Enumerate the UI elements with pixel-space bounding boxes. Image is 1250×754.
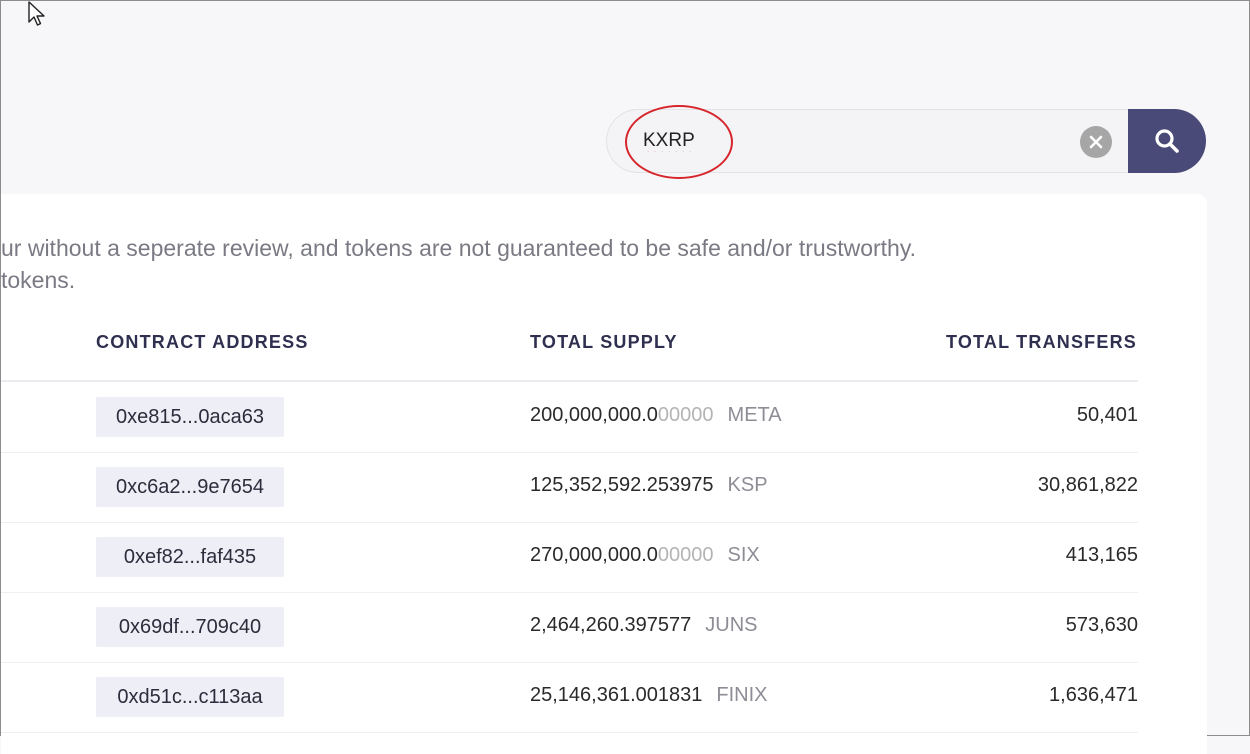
search-field bbox=[606, 105, 1128, 179]
mouse-pointer-icon bbox=[27, 1, 51, 31]
clear-x-icon bbox=[1089, 135, 1103, 149]
total-supply: 200,000,000.000000 META bbox=[530, 404, 782, 427]
contract-address-chip[interactable]: 0xef82...faf435 bbox=[96, 537, 284, 577]
total-supply: 270,000,000.000000 SIX bbox=[530, 544, 760, 567]
disclaimer-line-1: ur without a seperate review, and tokens… bbox=[1, 235, 917, 261]
search-bar bbox=[606, 105, 1206, 179]
token-symbol: META bbox=[727, 404, 782, 426]
supply-value: 25,146,361.001831 bbox=[530, 684, 703, 706]
total-transfers: 50,401 bbox=[1076, 404, 1138, 426]
token-symbol: KSP bbox=[727, 474, 768, 496]
disclaimer-notice: ur without a seperate review, and tokens… bbox=[1, 232, 916, 296]
table-row[interactable]: 0x69df...709c40 2,464,260.397577 JUNS 573… bbox=[1, 592, 1138, 663]
header-total-transfers[interactable]: TOTAL TRANSFERS bbox=[946, 332, 1137, 353]
contract-address-chip[interactable]: 0xd51c...c113aa bbox=[96, 677, 284, 717]
contract-address-chip[interactable]: 0xe815...0aca63 bbox=[96, 397, 284, 437]
total-supply: 25,146,361.001831 FINIX bbox=[530, 684, 768, 707]
token-symbol: SIX bbox=[727, 544, 760, 566]
contract-address-chip[interactable]: 0x69df...709c40 bbox=[96, 607, 284, 647]
token-symbol: FINIX bbox=[716, 684, 768, 706]
total-transfers: 573,630 bbox=[1065, 614, 1138, 636]
token-list-panel: ur without a seperate review, and tokens… bbox=[1, 194, 1207, 754]
table-row[interactable]: 0xc6a2...9e7654 125,352,592.253975 KSP 30… bbox=[1, 452, 1138, 523]
contract-address-chip[interactable]: 0xc6a2...9e7654 bbox=[96, 467, 284, 507]
supply-value: 125,352,592.253975 bbox=[530, 474, 714, 496]
total-supply: 125,352,592.253975 KSP bbox=[530, 474, 768, 497]
supply-trailing-zeros: 00000 bbox=[657, 404, 714, 426]
header-contract-address[interactable]: CONTRACT ADDRESS bbox=[96, 332, 309, 353]
header-total-supply[interactable]: TOTAL SUPPLY bbox=[530, 332, 678, 353]
total-transfers: 1,636,471 bbox=[1049, 684, 1138, 706]
supply-value: 200,000,000.0 bbox=[530, 404, 658, 426]
search-input[interactable] bbox=[643, 126, 1043, 156]
total-transfers: 30,861,822 bbox=[1037, 474, 1138, 496]
total-transfers: 413,165 bbox=[1065, 544, 1138, 566]
search-icon bbox=[1155, 129, 1179, 153]
clear-search-button[interactable] bbox=[1080, 126, 1112, 158]
token-symbol: JUNS bbox=[705, 614, 758, 636]
table-row[interactable]: 0xd51c...c113aa 25,146,361.001831 FINIX 1… bbox=[1, 662, 1138, 733]
total-supply: 2,464,260.397577 JUNS bbox=[530, 614, 758, 637]
table-row[interactable]: 0xe815...0aca63 200,000,000.000000 META 5… bbox=[1, 382, 1138, 453]
disclaimer-line-2: tokens. bbox=[1, 267, 76, 293]
supply-value: 2,464,260.397577 bbox=[530, 614, 692, 636]
search-button[interactable] bbox=[1128, 109, 1206, 173]
supply-value: 270,000,000.0 bbox=[530, 544, 658, 566]
table-row[interactable]: 0xef82...faf435 270,000,000.000000 SIX 41… bbox=[1, 522, 1138, 593]
supply-trailing-zeros: 00000 bbox=[657, 544, 714, 566]
